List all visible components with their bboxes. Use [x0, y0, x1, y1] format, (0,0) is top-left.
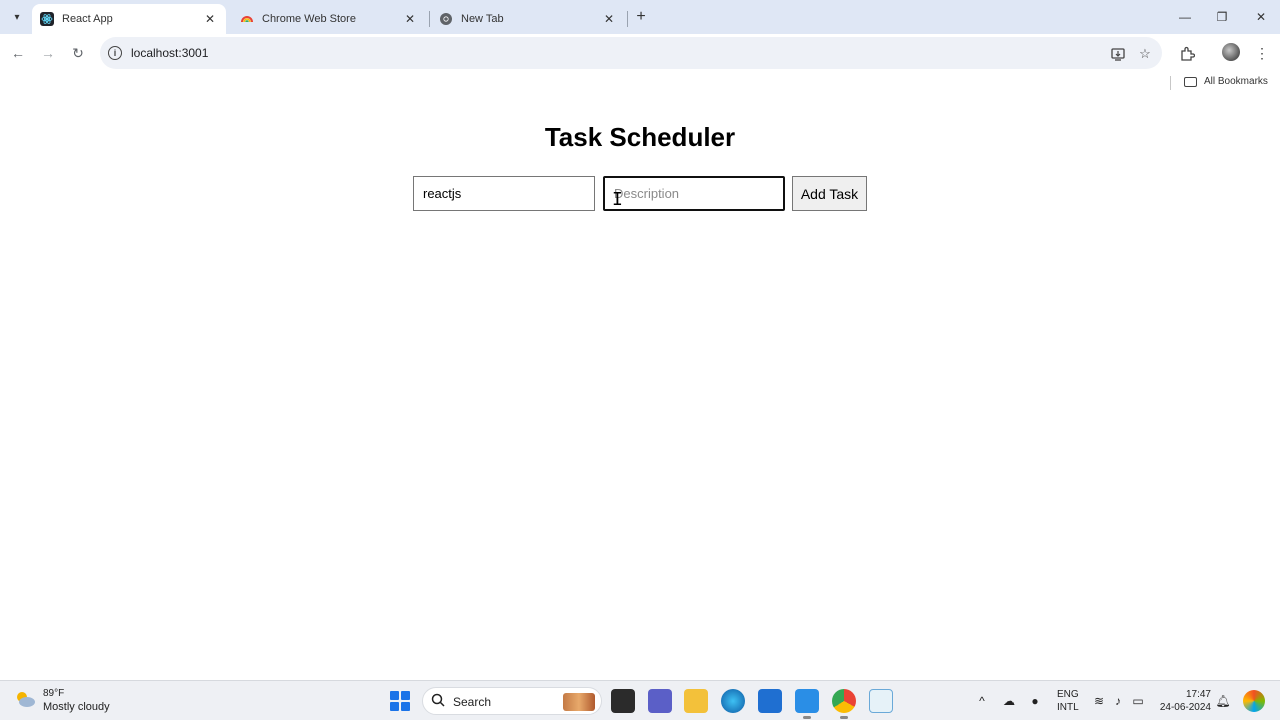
edge-browser-icon[interactable]: [721, 689, 745, 713]
address-bar[interactable]: i localhost:3001 ☆: [100, 37, 1162, 69]
clock-date: 24-06-2024: [1159, 702, 1211, 713]
tab-separator: [429, 11, 430, 27]
tab-strip: ▾ React App ✕ Chrome Web Store ✕ New Tab…: [0, 0, 1280, 34]
page-title: Task Scheduler: [544, 122, 736, 152]
task-name-input[interactable]: [413, 176, 595, 211]
react-favicon-icon: [40, 12, 54, 26]
terminal-app-icon[interactable]: [611, 689, 635, 713]
file-explorer-icon[interactable]: [684, 689, 708, 713]
chrome-icon: [439, 12, 453, 26]
tab-close-icon[interactable]: ✕: [402, 11, 418, 27]
reload-icon[interactable]: ↻: [67, 42, 89, 64]
vscode-app-icon[interactable]: [795, 689, 819, 719]
snipping-tool-icon[interactable]: [869, 689, 893, 713]
profile-avatar[interactable]: [1222, 43, 1240, 61]
new-tab-plus-icon[interactable]: +: [631, 7, 651, 27]
chrome-app-icon[interactable]: [832, 689, 856, 719]
weather-description: Mostly cloudy: [43, 701, 110, 713]
windows-start-icon[interactable]: [390, 691, 410, 711]
microphone-icon[interactable]: ●: [1026, 692, 1044, 710]
tab-close-icon[interactable]: ✕: [202, 11, 218, 27]
folder-icon: [1184, 76, 1197, 87]
tab-chrome-web-store[interactable]: Chrome Web Store ✕: [232, 4, 426, 34]
url-text: localhost:3001: [131, 46, 209, 60]
show-hidden-icons-chevron-icon[interactable]: ^: [973, 692, 991, 710]
taskbar-search-label: Search: [453, 695, 492, 709]
page-content: Task Scheduler Add Task I: [0, 94, 1280, 680]
all-bookmarks-label: All Bookmarks: [1204, 76, 1268, 87]
tab-react-app[interactable]: React App ✕: [32, 4, 226, 34]
copilot-icon[interactable]: [1243, 690, 1265, 712]
microsoft-store-icon[interactable]: [758, 689, 782, 713]
bookmark-star-icon[interactable]: ☆: [1136, 45, 1154, 63]
keyboard-layout: INTL: [1057, 702, 1079, 713]
all-bookmarks-button[interactable]: All Bookmarks: [1184, 76, 1268, 87]
minimize-icon[interactable]: —: [1173, 6, 1197, 28]
site-info-icon[interactable]: i: [108, 46, 122, 60]
taskbar-search[interactable]: Search: [422, 687, 602, 715]
description-input[interactable]: [603, 176, 785, 211]
weather-temperature: 89°F: [43, 688, 65, 699]
tab-label: Chrome Web Store: [262, 13, 356, 25]
close-window-icon[interactable]: ✕: [1249, 6, 1273, 28]
text-cursor-icon: I: [612, 189, 623, 210]
restore-icon[interactable]: ❐: [1210, 6, 1234, 28]
search-icon: [431, 693, 445, 707]
chrome-web-store-icon: [240, 12, 254, 26]
tab-close-icon[interactable]: ✕: [601, 11, 617, 27]
extensions-puzzle-icon[interactable]: [1177, 43, 1197, 63]
volume-icon[interactable]: ♪: [1109, 692, 1127, 710]
tab-search-chevron-icon[interactable]: ▾: [6, 6, 28, 28]
windows-taskbar: 89°F Mostly cloudy Search ^ ☁ ● ENG INTL…: [0, 680, 1280, 720]
back-arrow-icon[interactable]: ←: [7, 42, 29, 64]
system-clock[interactable]: 17:47 24-06-2024: [1158, 688, 1211, 714]
menu-kebab-icon[interactable]: ⋮: [1252, 43, 1272, 63]
tab-label: New Tab: [461, 13, 504, 25]
bookmarks-bar: All Bookmarks: [0, 72, 1280, 94]
wifi-icon[interactable]: ≋: [1090, 692, 1108, 710]
browser-toolbar: ← → ↻ i localhost:3001 ☆ ⋮: [0, 34, 1280, 72]
tab-separator: [627, 11, 628, 27]
language-indicator[interactable]: ENG INTL: [1057, 688, 1079, 714]
clock-time: 17:47: [1185, 689, 1211, 700]
forward-arrow-icon[interactable]: →: [37, 42, 59, 64]
weather-cloud-icon[interactable]: [14, 689, 36, 709]
bookmarks-separator: [1170, 76, 1171, 90]
teams-app-icon[interactable]: [648, 689, 672, 713]
tab-label: React App: [62, 13, 113, 25]
onedrive-cloud-icon[interactable]: ☁: [1000, 692, 1018, 710]
battery-icon[interactable]: ▭: [1129, 692, 1147, 710]
tab-new-tab[interactable]: New Tab ✕: [431, 4, 625, 34]
search-highlight-image: [563, 693, 595, 711]
add-task-button[interactable]: Add Task: [792, 176, 867, 211]
language-code: ENG: [1057, 689, 1079, 700]
notifications-bell-icon[interactable]: 🔔︎: [1214, 692, 1232, 710]
install-app-icon[interactable]: [1109, 45, 1127, 63]
